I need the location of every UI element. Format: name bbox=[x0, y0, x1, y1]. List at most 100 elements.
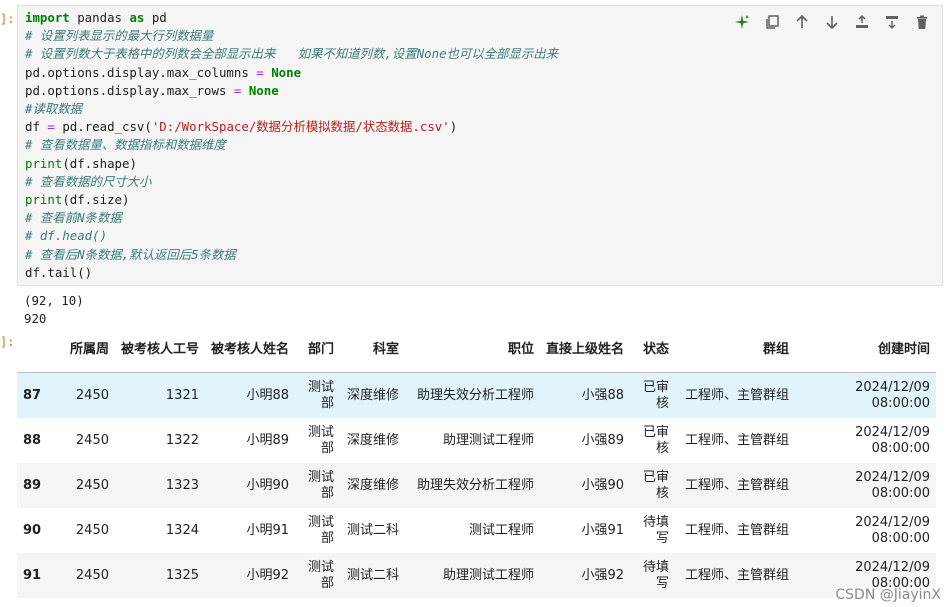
table-cell: 测试部 bbox=[307, 469, 334, 501]
move-down-icon bbox=[826, 16, 838, 30]
column-header: 直接上级姓名 bbox=[540, 328, 630, 373]
code-token: # 查看数据量、数据指标和数据维度 bbox=[25, 137, 226, 153]
code-token: = bbox=[47, 119, 55, 135]
table-row[interactable]: 87 2450 1321 小明88 测试部 深度维修 助理失效分析工程师 小强88 已审核 工程师… bbox=[17, 372, 936, 418]
code-token: pd bbox=[144, 10, 167, 25]
table-cell: 2450 bbox=[75, 432, 109, 448]
table-cell: 测试二科 bbox=[346, 522, 399, 538]
table-row[interactable]: 88 2450 1322 小明89 测试部 深度维修 助理测试工程师 小强89 已审核 工程师、主… bbox=[17, 418, 936, 463]
table-cell: 助理测试工程师 bbox=[442, 567, 534, 583]
table-cell: 测试部 bbox=[307, 424, 334, 456]
table-cell: 2024/12/09 08:00:00 bbox=[855, 514, 930, 546]
code-token: (df.size) bbox=[62, 192, 130, 208]
table-cell: 测试部 bbox=[307, 514, 334, 546]
table-cell: 1324 bbox=[165, 522, 199, 538]
code-line: # 查看数据量、数据指标和数据维度 bbox=[25, 136, 558, 154]
code-editor[interactable]: import pandas as pd # 设置列表显示的最大行列数据量 # 设置列… bbox=[25, 9, 558, 282]
code-line: # 查看前N条数据 bbox=[25, 209, 558, 227]
code-token: (df.shape) bbox=[62, 155, 137, 171]
table-cell: 2024/12/09 08:00:00 bbox=[855, 469, 930, 501]
code-token: df.tail() bbox=[25, 264, 93, 280]
output-size: 920 bbox=[24, 311, 47, 326]
table-cell: 1325 bbox=[165, 567, 199, 583]
table-cell: 测试部 bbox=[307, 559, 334, 591]
code-token: print bbox=[25, 155, 63, 171]
table-cell: 助理测试工程师 bbox=[442, 432, 534, 448]
output-prompt-marker: ]: bbox=[0, 335, 15, 349]
code-token: 'D:/WorkSpace/数据分析模拟数据/状态数据.csv' bbox=[151, 119, 450, 135]
code-line: df.tail() bbox=[25, 264, 558, 282]
insert-below-button[interactable] bbox=[880, 10, 904, 34]
row-index: 89 bbox=[23, 477, 42, 493]
code-token: as bbox=[129, 10, 145, 25]
table-cell: 2450 bbox=[75, 477, 109, 493]
row-index: 90 bbox=[23, 522, 42, 538]
code-token: pd.options.display.max_columns bbox=[25, 64, 257, 80]
table-cell: 小强90 bbox=[581, 477, 624, 493]
code-line: print(df.shape) bbox=[25, 155, 558, 173]
code-line: print(df.size) bbox=[25, 191, 558, 209]
code-token: # 设置列数大于表格中的列数会全部显示出来 如果不知道列数,设置None也可以全… bbox=[25, 46, 559, 62]
sparkle-button[interactable] bbox=[730, 10, 754, 34]
table-row[interactable]: 90 2450 1324 小明91 测试部 测试二科 测试工程师 小强91 待填写 工程师、主管群… bbox=[17, 508, 936, 553]
code-line: #读取数据 bbox=[25, 100, 558, 118]
row-index: 87 bbox=[23, 387, 42, 403]
move-down-button[interactable] bbox=[820, 10, 844, 34]
column-header: 科室 bbox=[340, 328, 405, 373]
table-cell: 1322 bbox=[165, 432, 199, 448]
delete-icon bbox=[917, 15, 927, 29]
table-cell: 小强92 bbox=[581, 567, 624, 583]
column-header: 群组 bbox=[675, 328, 795, 373]
code-token: # df.head() bbox=[25, 228, 108, 244]
dataframe-table: 所属周 被考核人工号 被考核人姓名 部门 科室 职位 直接上级姓名 状态 群组 创建时间 87 24… bbox=[17, 328, 936, 598]
move-up-button[interactable] bbox=[790, 10, 814, 34]
table-cell: 小明88 bbox=[246, 387, 289, 403]
table-cell: 测试部 bbox=[307, 379, 334, 411]
watermark: CSDN @JiayinX bbox=[835, 587, 941, 603]
table-cell: 工程师、主管群组 bbox=[684, 522, 789, 538]
table-cell: 1323 bbox=[165, 477, 199, 493]
move-up-icon bbox=[796, 14, 808, 28]
duplicate-button[interactable] bbox=[760, 10, 784, 34]
insert-above-icon bbox=[856, 14, 868, 28]
code-token: # 查看数据的尺寸大小 bbox=[25, 173, 152, 189]
code-token: #读取数据 bbox=[25, 101, 83, 117]
table-cell: 2450 bbox=[75, 567, 109, 583]
code-token: # 设置列表显示的最大行列数据量 bbox=[25, 28, 214, 44]
code-cell[interactable]: import pandas as pd # 设置列表显示的最大行列数据量 # 设置列… bbox=[17, 5, 943, 286]
code-token: print bbox=[25, 192, 63, 208]
table-cell: 测试二科 bbox=[346, 567, 399, 583]
table-cell: 深度维修 bbox=[346, 432, 399, 448]
table-row[interactable]: 91 2450 1325 小明92 测试部 测试二科 助理测试工程师 小强92 待填写 工程师、主… bbox=[17, 553, 936, 598]
row-index: 88 bbox=[23, 432, 42, 448]
table-cell: 助理失效分析工程师 bbox=[416, 387, 534, 403]
table-cell: 小强89 bbox=[581, 432, 624, 448]
input-prompt-marker: ]: bbox=[0, 12, 15, 26]
stdout-output: (92, 10) 920 bbox=[24, 292, 84, 328]
table-body: 87 2450 1321 小明88 测试部 深度维修 助理失效分析工程师 小强88 已审核 工程师… bbox=[17, 372, 936, 598]
sparkle-icon bbox=[735, 15, 749, 29]
code-token: # 查看前N条数据 bbox=[25, 210, 122, 226]
code-line: # 查看后N条数据,默认返回后5条数据 bbox=[25, 246, 558, 264]
column-header: 职位 bbox=[405, 328, 540, 373]
code-token: pd.options.display.max_rows bbox=[25, 82, 234, 98]
delete-button[interactable] bbox=[910, 10, 934, 34]
table-cell: 小强88 bbox=[581, 387, 624, 403]
table-cell: 测试工程师 bbox=[468, 522, 534, 538]
table-cell: 已审核 bbox=[642, 379, 669, 411]
code-line: # 设置列表显示的最大行列数据量 bbox=[25, 27, 558, 45]
table-row[interactable]: 89 2450 1323 小明90 测试部 深度维修 助理失效分析工程师 小强90 已审核 工程师… bbox=[17, 463, 936, 508]
duplicate-icon bbox=[766, 15, 779, 29]
column-header: 被考核人姓名 bbox=[205, 328, 295, 373]
table-cell: 小明90 bbox=[246, 477, 289, 493]
column-header: 部门 bbox=[295, 328, 340, 373]
code-token: = bbox=[256, 64, 264, 80]
table-cell: 工程师、主管群组 bbox=[684, 477, 789, 493]
output-shape: (92, 10) bbox=[24, 293, 84, 308]
code-token: ) bbox=[449, 119, 458, 135]
table-cell: 待填写 bbox=[642, 514, 669, 546]
insert-above-button[interactable] bbox=[850, 10, 874, 34]
code-line: df = pd.read_csv('D:/WorkSpace/数据分析模拟数据/… bbox=[25, 118, 558, 136]
code-line: pd.options.display.max_rows = None bbox=[25, 82, 558, 100]
